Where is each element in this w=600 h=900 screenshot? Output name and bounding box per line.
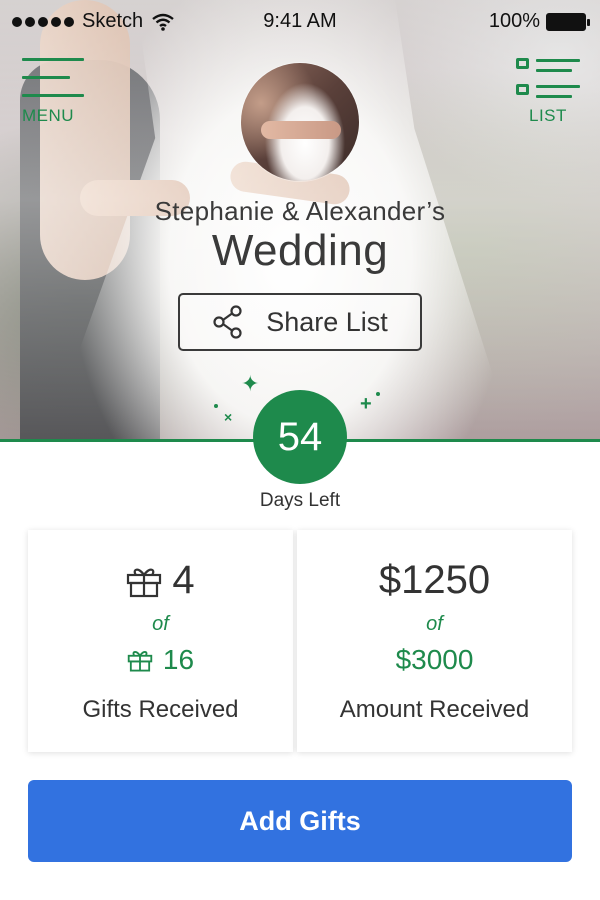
gift-icon xyxy=(127,568,162,597)
menu-button[interactable]: MENU xyxy=(20,56,90,128)
days-left-badge: 54 xyxy=(253,390,347,484)
gifts-of-label: of xyxy=(152,613,169,635)
gifts-received-caption: Gifts Received xyxy=(82,696,239,723)
sparkle-icon: + xyxy=(360,393,372,415)
avatar-hands xyxy=(261,121,341,139)
list-button[interactable]: LIST xyxy=(508,56,588,128)
amount-received-caption: Amount Received xyxy=(339,696,530,723)
add-gifts-button[interactable]: Add Gifts xyxy=(28,780,572,862)
sparkle-icon: × xyxy=(224,409,233,425)
status-bar: Sketch 9:41 AM 100% xyxy=(0,0,600,44)
sparkle-dot xyxy=(214,404,218,408)
couple-avatar xyxy=(241,63,359,181)
days-left-label: Days Left xyxy=(259,490,341,511)
gifts-received-count: 4 xyxy=(172,558,195,602)
amount-received-card: $1250 of $3000 Amount Received xyxy=(297,530,572,752)
sparkle-icon: ✦ xyxy=(241,371,260,396)
status-right: 100% xyxy=(488,10,590,33)
gift-icon xyxy=(127,651,153,672)
couple-names: Stephanie & Alexander’s xyxy=(154,196,446,226)
gifts-total-count: 16 xyxy=(162,644,195,675)
gifts-received-row: 4 xyxy=(28,558,293,608)
amount-received-value: $1250 xyxy=(378,558,491,602)
amount-of-label: of xyxy=(426,613,443,635)
share-list-label: Share List xyxy=(266,306,388,337)
sparkle-dot xyxy=(376,392,380,396)
event-title: Wedding xyxy=(211,226,389,275)
battery-percent: 100% xyxy=(488,10,540,32)
battery-icon xyxy=(546,12,590,31)
share-list-button[interactable]: Share List xyxy=(178,293,422,351)
share-icon xyxy=(213,305,242,339)
amount-total-value: $3000 xyxy=(395,644,474,675)
gifts-received-card: 4 of 16 Gifts Received xyxy=(28,530,293,752)
menu-label: MENU xyxy=(22,106,75,125)
list-label: LIST xyxy=(529,106,567,125)
gifts-total-row: 16 xyxy=(28,644,293,679)
